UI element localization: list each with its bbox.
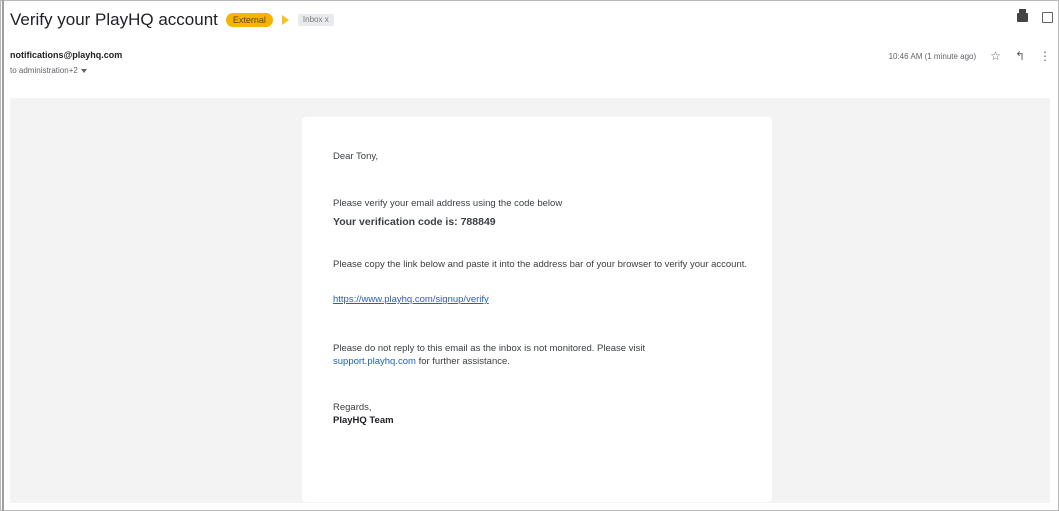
noreply-suffix: for further assistance. — [418, 356, 510, 367]
team-signature: PlayHQ Team — [333, 415, 394, 426]
verification-code: Your verification code is: 788849 — [333, 216, 496, 228]
intro-text: Please verify your email address using t… — [333, 198, 563, 209]
more-vertical-icon[interactable]: ⋮ — [1039, 50, 1051, 62]
sender-address[interactable]: notifications@playhq.com — [10, 50, 122, 60]
subject-row: Verify your PlayHQ account External Inbo… — [10, 8, 334, 32]
greeting: Dear Tony, — [333, 151, 379, 162]
support-link[interactable]: support.playhq.com — [333, 356, 416, 367]
message-meta: 10:46 AM (1 minute ago) ☆ ↰ ⋮ — [889, 50, 1051, 62]
message-timestamp: 10:46 AM (1 minute ago) — [888, 51, 977, 61]
noreply-prefix: Please do not reply to this email as the… — [333, 343, 646, 354]
star-icon[interactable]: ☆ — [990, 50, 1001, 62]
regards: Regards, — [333, 402, 372, 413]
print-icon[interactable] — [1017, 9, 1028, 22]
email-content-card: Dear Tony, Please verify your email addr… — [302, 117, 772, 502]
recipients-summary[interactable]: to administration+2 — [10, 66, 87, 75]
verify-link[interactable]: https://www.playhq.com/signup/verify — [333, 293, 753, 306]
reply-icon[interactable]: ↰ — [1015, 50, 1025, 62]
noreply-notice: Please do not reply to this email as the… — [333, 342, 753, 368]
open-in-new-icon[interactable] — [1042, 12, 1053, 23]
top-actions — [1017, 9, 1053, 23]
recipients-text: to administration+2 — [10, 66, 78, 75]
copy-instructions: Please copy the link below and paste it … — [333, 259, 748, 270]
inbox-label-chip[interactable]: Inbox x — [297, 14, 334, 26]
external-label-chip[interactable]: External — [225, 13, 273, 27]
left-edge-divider — [2, 0, 4, 511]
email-subject: Verify your PlayHQ account — [10, 10, 218, 29]
chevron-down-icon[interactable] — [80, 68, 87, 73]
importance-marker-icon[interactable] — [281, 15, 289, 25]
